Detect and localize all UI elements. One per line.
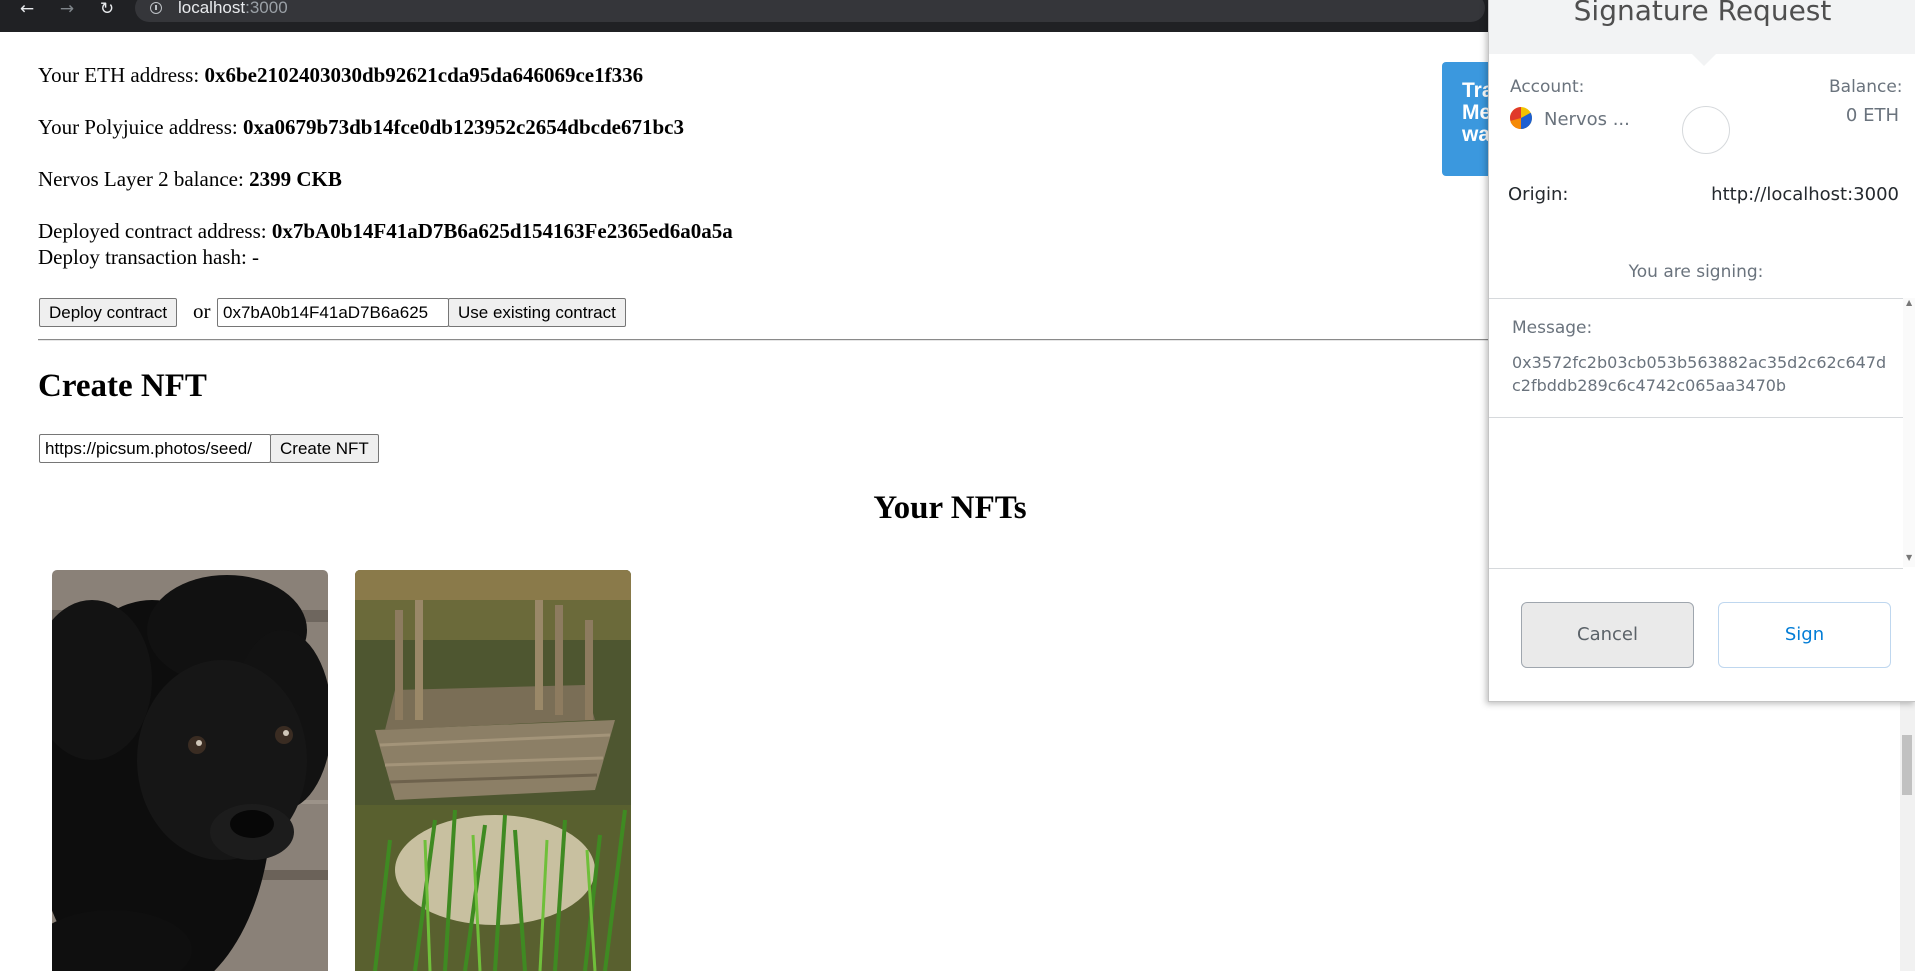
message-value: 0x3572fc2b03cb053b563882ac35d2c62c647dc2… [1512,353,1887,395]
eth-address-label: Your ETH address: [38,63,205,87]
balance-label: Nervos Layer 2 balance: [38,167,250,191]
signature-request-popup: Signature Request Account: Nervos ... Ba… [1488,0,1915,702]
origin-label: Origin: [1508,184,1569,205]
scroll-down-icon[interactable]: ▼ [1906,553,1912,562]
identicon-circle [1682,106,1730,154]
contract-address-line: Deployed contract address: 0x7bA0b14F41a… [38,219,733,244]
address-bar[interactable]: localhost:3000 [135,0,1485,22]
create-nft-heading: Create NFT [38,368,207,404]
eth-address-value: 0x6be2102403030db92621cda95da646069ce1f3… [204,63,644,87]
message-box[interactable]: Message: 0x3572fc2b03cb053b563882ac35d2c… [1489,298,1903,569]
message-divider [1489,417,1903,418]
origin-value: http://localhost:3000 [1711,184,1899,205]
page-scrollbar-thumb[interactable] [1902,735,1912,795]
signing-label: You are signing: [1628,262,1764,282]
contract-address-value: 0x7bA0b14F41aD7B6a625d154163Fe2365ed6a0a… [271,219,733,243]
scroll-up-icon[interactable]: ▲ [1906,298,1912,307]
existing-contract-input[interactable]: 0x7bA0b14F41aD7B6a625 [217,298,449,327]
deploy-tx-hash-line: Deploy transaction hash: - [38,245,260,269]
cancel-button[interactable]: Cancel [1521,602,1694,668]
use-existing-contract-button[interactable]: Use existing contract [448,298,626,327]
nft-card-puppy [52,570,328,971]
site-info-icon[interactable] [150,2,162,14]
polyjuice-address-value: 0xa0679b73db14fce0db123952c2654dbcde671b… [242,115,684,139]
popup-header: Signature Request [1489,0,1915,54]
balance-label: Balance: [1829,77,1903,97]
contract-address-label: Deployed contract address: [38,219,272,243]
account-name: Nervos ... [1544,109,1630,130]
polyjuice-address-line: Your Polyjuice address: 0xa0679b73db14fc… [38,115,684,140]
account-label: Account: [1510,77,1585,97]
deploy-contract-button[interactable]: Deploy contract [39,298,178,327]
popup-title: Signature Request [1573,0,1832,27]
back-arrow-icon[interactable]: ← [16,0,38,20]
puppy-image [52,570,328,971]
message-scrollbar[interactable]: ▲ ▼ [1903,298,1915,567]
message-label: Message: [1512,318,1593,338]
nft-url-input[interactable]: https://picsum.photos/seed/ [39,434,271,463]
balance-line: Nervos Layer 2 balance: 2399 CKB [38,167,342,192]
eth-address-line: Your ETH address: 0x6be2102403030db92621… [38,63,643,88]
section-divider [38,339,1498,341]
balance-value: 0 ETH [1845,105,1899,126]
create-nft-button[interactable]: Create NFT [270,434,379,463]
sign-button[interactable]: Sign [1718,602,1891,668]
popup-pointer [1691,53,1717,66]
dock-image [355,570,631,971]
or-text: or [193,299,211,323]
url-text: localhost:3000 [178,0,288,17]
nft-card-dock [355,570,631,971]
balance-value: 2399 CKB [249,167,342,191]
forward-arrow-icon[interactable]: → [56,0,78,20]
account-avatar-icon [1510,107,1532,129]
polyjuice-address-label: Your Polyjuice address: [38,115,243,139]
reload-icon[interactable]: ↻ [96,0,118,20]
